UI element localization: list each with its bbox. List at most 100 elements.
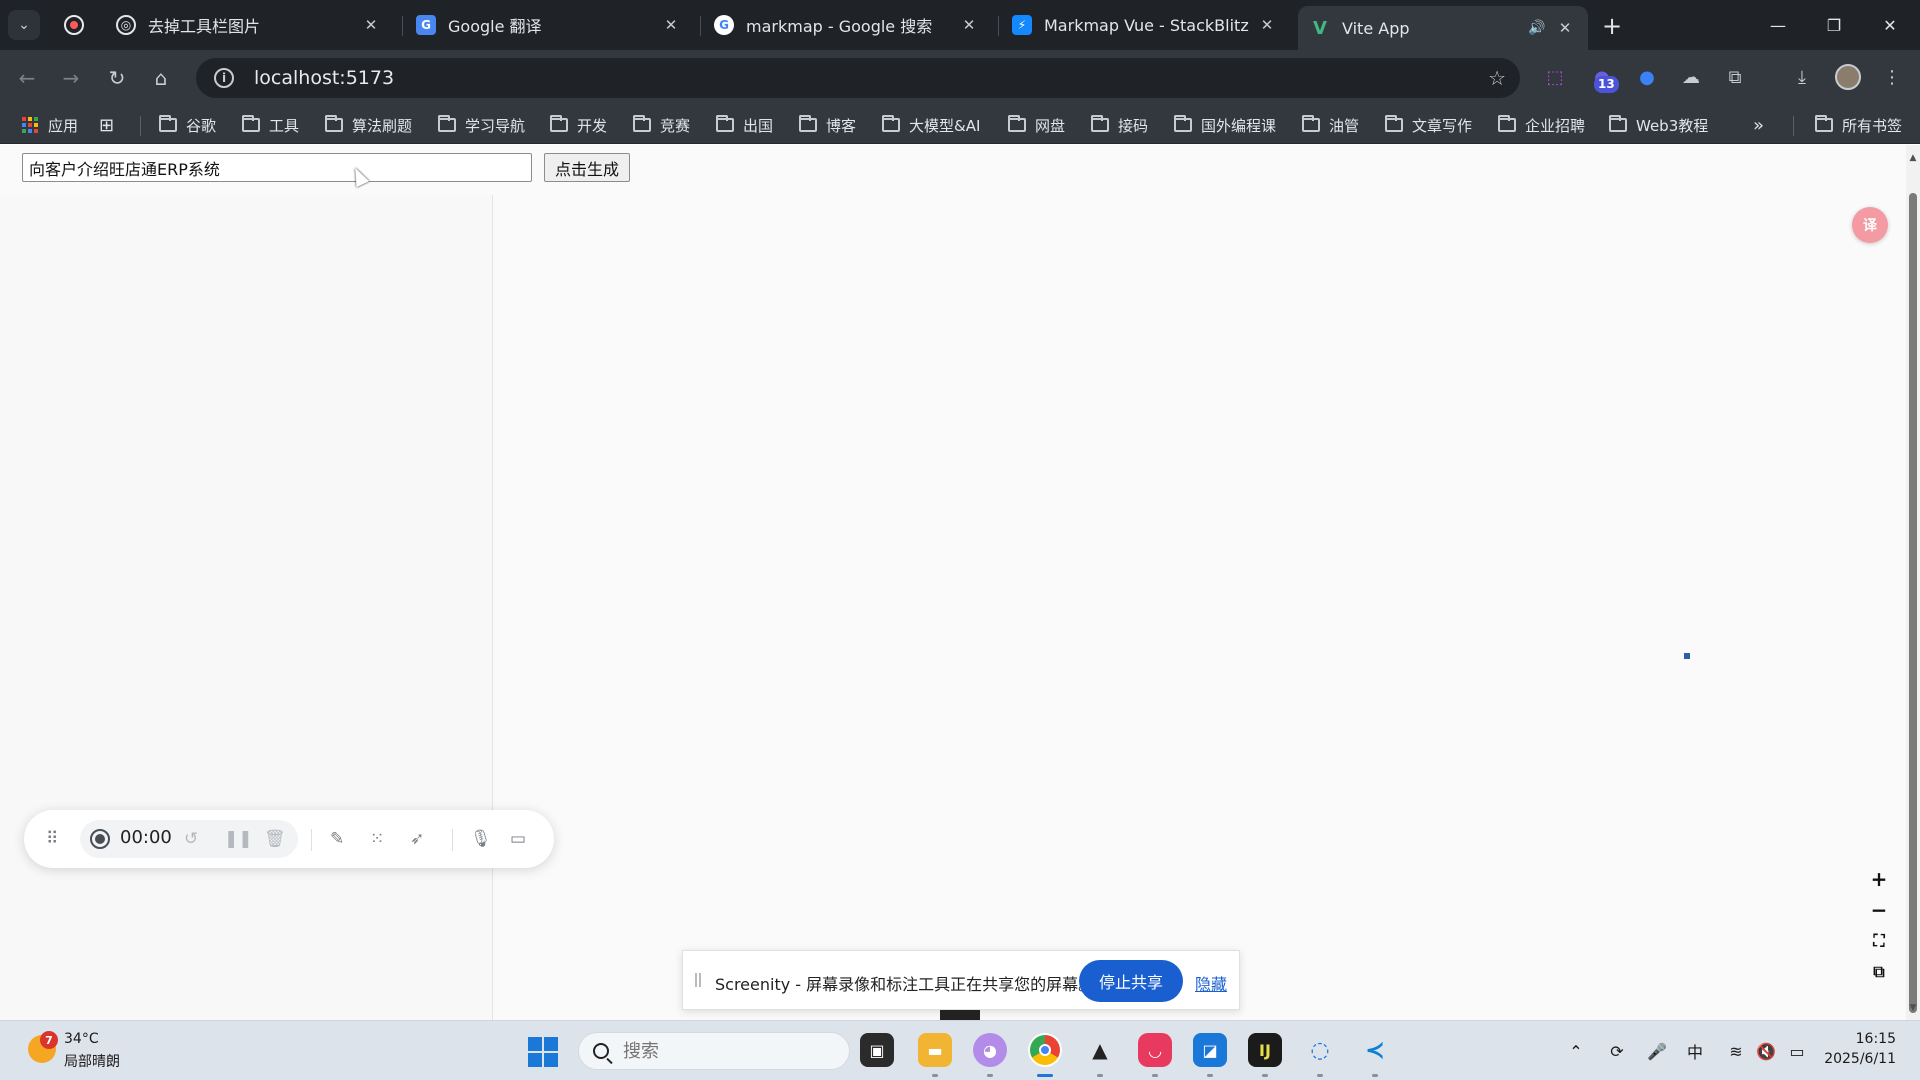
weather-description[interactable]: 局部晴朗	[64, 1051, 120, 1071]
bookmark-folder-qi-ye-zhao-pin[interactable]: 企业招聘	[1498, 114, 1585, 136]
restart-icon[interactable]: ↺	[184, 827, 198, 851]
translate-float-icon[interactable]: 译	[1852, 207, 1888, 243]
cursor-mode-icon[interactable]: ➶	[410, 827, 424, 851]
markmap-node[interactable]	[1684, 653, 1690, 659]
scrollbar-thumb[interactable]	[1909, 193, 1917, 1013]
toggle-recursive-icon[interactable]: ⧉	[1868, 961, 1890, 983]
file-explorer-icon[interactable]: ▬	[918, 1033, 952, 1067]
bookmark-folder-wang-pan[interactable]: 网盘	[1008, 114, 1065, 136]
tab-qu-diao-gong-ju-lan[interactable]: ◎ 去掉工具栏图片 ✕	[104, 6, 394, 44]
tab-google-translate[interactable]: G Google 翻译 ✕	[404, 6, 694, 44]
bookmark-folder-gong-ju[interactable]: 工具	[242, 114, 299, 136]
pink-app-icon[interactable]: ◡	[1138, 1033, 1172, 1067]
scroll-down-arrow-icon[interactable]: ▼	[1908, 1003, 1918, 1013]
extensions-puzzle-icon[interactable]: ⧉	[1723, 65, 1747, 89]
page-scrollbar[interactable]: ▲ ▼	[1906, 145, 1920, 1020]
screenshot-extension-icon[interactable]: ⬚	[1543, 65, 1567, 89]
close-tab-icon[interactable]: ✕	[360, 14, 382, 36]
stop-sharing-button[interactable]: 停止共享	[1079, 960, 1183, 1002]
pen-draw-icon[interactable]: ✎	[330, 827, 344, 851]
bookmark-folder-guo-wai-bian-cheng[interactable]: 国外编程课	[1174, 114, 1276, 136]
delete-icon[interactable]: 🗑	[264, 827, 286, 851]
ime-indicator[interactable]: 中	[1683, 1039, 1707, 1063]
bookmark-folder-xue-xi[interactable]: 学习导航	[438, 114, 525, 136]
blue-circle-extension-icon[interactable]: ●	[1635, 65, 1659, 89]
bookmark-apps[interactable]: 应用	[22, 114, 78, 136]
tab-search-chevron-icon[interactable]: ⌄	[8, 10, 40, 40]
tab-groups-icon[interactable]: ⊞	[99, 114, 114, 136]
camera-icon[interactable]: ▭	[510, 827, 526, 851]
audio-playing-icon[interactable]: 🔊	[1526, 17, 1548, 39]
bookmark-star-icon[interactable]: ☆	[1488, 66, 1506, 90]
blur-grid-icon[interactable]: ⁙	[370, 827, 384, 851]
generate-button[interactable]: 点击生成	[544, 153, 630, 182]
bookmark-all-bookmarks[interactable]: 所有书签	[1815, 114, 1902, 136]
bookmark-folder-bo-ke[interactable]: 博客	[799, 114, 856, 136]
topic-input[interactable]	[22, 153, 532, 182]
bookmark-folder-wen-zhang[interactable]: 文章写作	[1385, 114, 1472, 136]
taskbar-search[interactable]	[578, 1032, 850, 1070]
home-icon[interactable]: ⌂	[146, 63, 176, 93]
bookmark-folder-you-guan[interactable]: 油管	[1302, 114, 1359, 136]
new-tab-button[interactable]: +	[1598, 12, 1626, 40]
site-info-icon[interactable]: i	[214, 68, 234, 88]
bookmark-folder-suan-fa[interactable]: 算法刷题	[325, 114, 412, 136]
microphone-tray-icon[interactable]: 🎤	[1645, 1039, 1669, 1063]
clock-time[interactable]: 16:15	[1826, 1031, 1896, 1047]
drag-handle-icon[interactable]: ⠿	[46, 827, 58, 851]
weather-temperature[interactable]: 34°C	[64, 1031, 99, 1047]
scroll-up-arrow-icon[interactable]: ▲	[1908, 153, 1918, 163]
back-arrow-icon[interactable]: ←	[12, 63, 42, 93]
bookmark-folder-gu-ge[interactable]: 谷歌	[159, 114, 216, 136]
url-text[interactable]: localhost:5173	[254, 67, 394, 89]
forward-arrow-icon[interactable]: →	[56, 63, 86, 93]
intellij-icon[interactable]: IJ	[1248, 1033, 1282, 1067]
more-menu-icon[interactable]: ⋮	[1880, 65, 1904, 89]
bookmark-folder-llm-ai[interactable]: 大模型&AI	[882, 114, 980, 136]
close-window-button[interactable]: ✕	[1867, 8, 1913, 42]
zoom-in-icon[interactable]: +	[1868, 867, 1890, 891]
fit-view-icon[interactable]: ⛶	[1868, 930, 1890, 952]
task-view-icon[interactable]: ▣	[860, 1033, 894, 1067]
bookmark-folder-kai-fa[interactable]: 开发	[550, 114, 607, 136]
tab-vite-app[interactable]: V Vite App 🔊 ✕	[1298, 6, 1588, 50]
minimize-window-button[interactable]: —	[1755, 8, 1801, 42]
bookmark-folder-jie-ma[interactable]: 接码	[1091, 114, 1148, 136]
bookmark-folder-jing-sai[interactable]: 竞赛	[633, 114, 690, 136]
hide-banner-link[interactable]: 隐藏	[1195, 971, 1227, 995]
vscode-icon[interactable]: ≺	[1358, 1033, 1392, 1067]
wifi-icon[interactable]: ≋	[1724, 1039, 1748, 1063]
windows-start-icon[interactable]	[528, 1037, 558, 1067]
tab-markmap-google-search[interactable]: G markmap - Google 搜索 ✕	[702, 6, 992, 44]
triangle-app-icon[interactable]: ▲	[1083, 1033, 1117, 1067]
profile-avatar[interactable]	[1835, 64, 1861, 90]
sync-icon[interactable]: ⟳	[1605, 1039, 1629, 1063]
chrome-icon[interactable]	[1028, 1033, 1062, 1067]
stop-recording-icon[interactable]	[90, 829, 110, 849]
bookmark-folder-web3[interactable]: Web3教程	[1609, 114, 1708, 136]
blue-app-icon[interactable]: ◪	[1193, 1033, 1227, 1067]
close-tab-icon[interactable]: ✕	[958, 14, 980, 36]
show-hidden-icons-icon[interactable]: ⌃	[1566, 1039, 1586, 1063]
chat-app-icon[interactable]: ◌	[1303, 1033, 1337, 1067]
close-tab-icon[interactable]: ✕	[660, 14, 682, 36]
reload-icon[interactable]: ↻	[102, 63, 132, 93]
close-tab-icon[interactable]: ✕	[1256, 14, 1278, 36]
cat-app-icon[interactable]: ◕	[973, 1033, 1007, 1067]
volume-muted-icon[interactable]: 🔇	[1754, 1039, 1778, 1063]
zoom-out-icon[interactable]: −	[1868, 898, 1890, 922]
tab-markmap-vue-stackblitz[interactable]: ⚡ Markmap Vue - StackBlitz ✕	[1000, 6, 1290, 44]
microphone-icon[interactable]: 🎙	[470, 827, 492, 851]
taskbar-search-input[interactable]	[623, 1040, 823, 1062]
download-icon[interactable]: ⤓	[1790, 65, 1814, 89]
bookmark-folder-chu-guo[interactable]: 出国	[716, 114, 773, 136]
banner-grip-icon[interactable]	[695, 973, 701, 987]
close-tab-icon[interactable]: ✕	[1554, 17, 1576, 39]
clock-date[interactable]: 2025/6/11	[1806, 1051, 1896, 1067]
cloud-extension-icon[interactable]: ☁	[1679, 65, 1703, 89]
address-bar[interactable]: i localhost:5173 ☆	[196, 58, 1520, 98]
restore-window-button[interactable]: ❐	[1811, 8, 1857, 42]
markmap-canvas[interactable]	[494, 195, 1894, 1020]
more-bookmarks-chevron-icon[interactable]: »	[1753, 114, 1764, 136]
pause-icon[interactable]: ❚❚	[224, 827, 253, 851]
